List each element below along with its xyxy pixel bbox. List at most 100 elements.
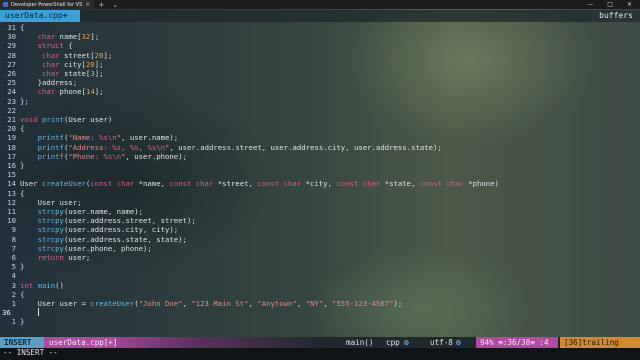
- code-line[interactable]: 23};: [0, 97, 640, 106]
- code-line[interactable]: 13 {: [0, 189, 640, 198]
- code-token: char: [41, 59, 60, 69]
- line-number: 27: [7, 59, 16, 69]
- code-text: struct {: [20, 41, 73, 50]
- code-text: {: [20, 189, 24, 198]
- code-text: printf("Phone: %s\n", user.phone);: [20, 152, 187, 161]
- code-line[interactable]: 26 char state[3];: [0, 69, 640, 78]
- filetype-gear-icon: ⚙: [404, 338, 409, 347]
- code-text: void print(User user): [20, 115, 112, 124]
- code-line[interactable]: 9 strcpy(user.address.city, city);: [0, 225, 640, 234]
- code-token: print: [41, 115, 64, 124]
- buffer-tab-active[interactable]: userData.cpp+: [0, 10, 80, 22]
- code-line[interactable]: 11 strcpy(user.name, name);: [0, 207, 640, 216]
- code-token: (user.address.street, street);: [63, 216, 196, 226]
- maximize-button[interactable]: □: [607, 1, 613, 8]
- code-token: ];: [103, 50, 113, 60]
- line-number: 4: [11, 271, 16, 281]
- code-token: }: [20, 161, 25, 170]
- code-token: (User user): [63, 115, 113, 124]
- code-line[interactable]: 1}: [0, 317, 640, 326]
- code-line[interactable]: 27 char city[20];: [0, 60, 640, 69]
- line-number: 36: [2, 308, 11, 318]
- code-line[interactable]: 2{: [0, 290, 640, 299]
- code-line[interactable]: 14 User createUser(const char *name, cons…: [0, 179, 640, 188]
- code-token: User: [20, 179, 42, 189]
- line-number: 1: [11, 299, 16, 308]
- command-line[interactable]: -- INSERT --: [0, 348, 640, 360]
- line-number: 8: [11, 234, 16, 244]
- code-text: strcpy(user.phone, phone);: [20, 244, 152, 253]
- code-token: printf: [37, 133, 64, 143]
- status-filename: userData.cpp[+]: [44, 337, 118, 348]
- window-controls: — □ ✕: [587, 1, 640, 8]
- code-token: (user.phone, phone);: [63, 243, 152, 253]
- tab-dropdown-button[interactable]: ⌄: [108, 1, 122, 9]
- code-line[interactable]: 12 User user;: [0, 198, 640, 207]
- code-line[interactable]: 28 char street[20];: [0, 51, 640, 60]
- close-tab-icon[interactable]: ×: [85, 1, 90, 8]
- code-token: "Address:: [68, 142, 113, 152]
- code-line[interactable]: 16}: [0, 161, 640, 170]
- minimize-button[interactable]: —: [587, 1, 593, 8]
- code-token: phone[: [55, 87, 86, 97]
- code-line[interactable]: 21 void print(User user): [0, 115, 640, 124]
- close-window-button[interactable]: ✕: [627, 1, 632, 8]
- code-line[interactable]: 6 return user;: [0, 253, 640, 262]
- code-line[interactable]: 5}: [0, 262, 640, 271]
- new-tab-button[interactable]: +: [94, 1, 108, 9]
- code-line[interactable]: 8 strcpy(user.address.state, state);: [0, 235, 640, 244]
- code-token: createUser: [41, 179, 86, 189]
- code-token: User user =: [20, 299, 91, 308]
- code-text: {: [20, 23, 24, 32]
- code-token: }address;: [20, 78, 78, 88]
- code-token: char: [41, 69, 60, 78]
- line-number: 6: [11, 253, 16, 262]
- code-token: city[: [59, 59, 86, 69]
- code-line[interactable]: 25 }address;: [0, 78, 640, 87]
- code-token: ,: [296, 299, 306, 308]
- code-line[interactable]: 29 struct {: [0, 41, 640, 50]
- code-text: {: [20, 124, 24, 133]
- code-line[interactable]: 7 strcpy(user.phone, phone);: [0, 244, 640, 253]
- terminal-tab[interactable]: Developer PowerShell for VS ×: [0, 0, 95, 9]
- code-line[interactable]: 3 int main(): [0, 281, 640, 290]
- code-editor[interactable]: 31{30 char name[32]; 29 struct {28 char s…: [0, 22, 640, 335]
- code-token: *street,: [213, 179, 258, 189]
- code-line[interactable]: 1 User user = createUser("John Doe", "12…: [0, 299, 640, 308]
- cursor-position: 94% ≡:36/38≡ :4: [476, 337, 558, 348]
- code-line[interactable]: 18 printf("Address: %s, %s, %s\n", user.…: [0, 143, 640, 152]
- code-token: {: [20, 124, 25, 134]
- code-token: ,: [248, 299, 258, 308]
- code-token: main: [37, 280, 56, 290]
- line-number: 20: [7, 124, 16, 134]
- code-line[interactable]: 30 char name[32];: [0, 32, 640, 41]
- code-line[interactable]: 17 printf("Phone: %s\n", user.phone);: [0, 152, 640, 161]
- vim-tabline: userData.cpp+ buffers: [0, 10, 640, 22]
- code-token: }: [20, 317, 25, 327]
- code-line[interactable]: 36: [0, 308, 640, 317]
- code-line[interactable]: 15: [0, 170, 640, 179]
- line-number: 7: [11, 243, 16, 253]
- code-line[interactable]: 20 {: [0, 124, 640, 133]
- code-line[interactable]: 24 char phone[14];: [0, 87, 640, 96]
- encoding-label: utf-8: [430, 338, 453, 347]
- code-line[interactable]: 31 {: [0, 23, 640, 32]
- line-number: 25: [7, 78, 16, 88]
- code-line[interactable]: 19 printf("Name: %s\n", user.name);: [0, 133, 640, 142]
- line-number: 19: [7, 133, 16, 143]
- code-token: *phone): [463, 179, 499, 189]
- code-line[interactable]: 10 strcpy(user.address.street, street);: [0, 216, 640, 225]
- line-number: 9: [11, 225, 16, 235]
- code-token: , user.phone);: [125, 151, 187, 161]
- code-text: }: [20, 262, 24, 271]
- code-line[interactable]: 4: [0, 271, 640, 280]
- code-line[interactable]: 22: [0, 106, 640, 115]
- code-token: strcpy: [37, 216, 64, 226]
- code-token: const char: [419, 179, 464, 189]
- code-text: return user;: [20, 253, 91, 262]
- line-number: 28: [7, 50, 16, 60]
